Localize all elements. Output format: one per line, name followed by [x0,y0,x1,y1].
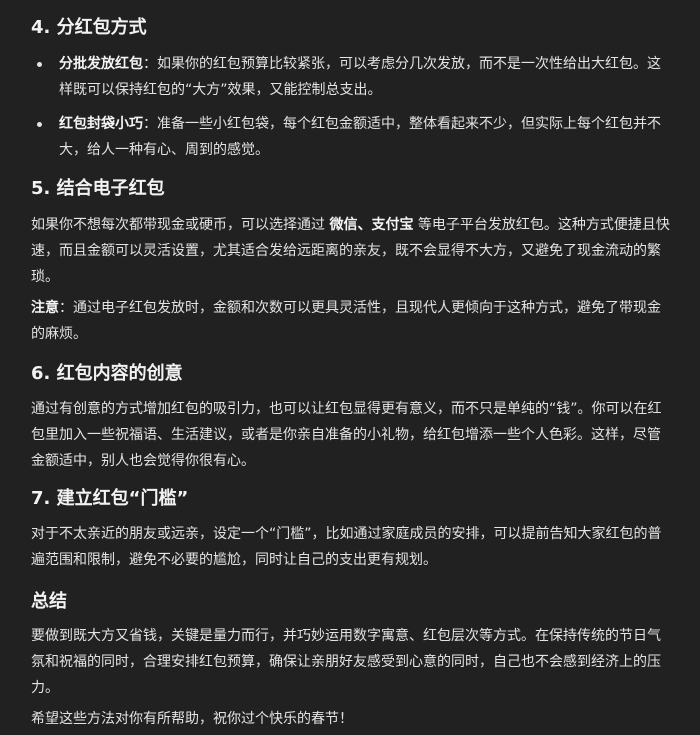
closing-paragraph: 希望这些方法对你有所帮助，祝你过个快乐的春节！ [31,711,353,727]
list-item: 分批发放红包：如果你的红包预算比较紧张，可以考虑分几次发放，而不是一次性给出大红… [31,51,670,103]
note-text: ：通过电子红包发放时，金额和次数可以更具灵活性，且现代人更倾向于这种方式，避免了… [31,300,661,342]
summary-paragraph: 要做到既大方又省钱，关键是量力而行，并巧妙运用数字寓意、红包层次等方式。在保持传… [31,628,661,696]
text-run: 如果你不想每次都带现金或硬币，可以选择通过 [31,217,330,233]
section-6-heading: 6. 红包内容的创意 [31,363,183,384]
section-5-paragraph: 如果你不想每次都带现金或硬币，可以选择通过 微信、支付宝 等电子平台发放红包。这… [31,212,670,290]
list-item-text: ：准备一些小红包袋，每个红包金额适中，整体看起来不少，但实际上每个红包并不大，给… [59,116,661,158]
bold-wechat: 微信 [329,217,358,233]
section-6-paragraph: 通过有创意的方式增加红包的吸引力，也可以让红包显得更有意义，而不只是单纯的“钱”… [31,401,662,469]
note-label: 注意 [31,300,59,316]
list-item-label: 红包封袋小巧 [59,116,143,132]
list-item-text: ：如果你的红包预算比较紧张，可以考虑分几次发放，而不是一次性给出大红包。这样既可… [59,56,661,98]
response-content: 4. 分红包方式 分批发放红包：如果你的红包预算比较紧张，可以考虑分几次发放，而… [0,0,700,735]
section-4-list: 分批发放红包：如果你的红包预算比较紧张，可以考虑分几次发放，而不是一次性给出大红… [31,51,670,163]
bold-separator: 、 [357,217,372,233]
summary-heading: 总结 [31,591,67,612]
section-4-heading: 4. 分红包方式 [31,17,147,38]
list-item-label: 分批发放红包 [59,56,143,72]
bold-alipay: 支付宝 [371,217,414,233]
list-item: 红包封袋小巧：准备一些小红包袋，每个红包金额适中，整体看起来不少，但实际上每个红… [31,111,670,163]
section-5-note: 注意：通过电子红包发放时，金额和次数可以更具灵活性，且现代人更倾向于这种方式，避… [31,295,670,347]
section-7-paragraph: 对于不太亲近的朋友或远亲，设定一个“门槛”，比如通过家庭成员的安排，可以提前告知… [31,526,662,568]
section-5-heading: 5. 结合电子红包 [31,178,165,199]
section-7-heading: 7. 建立红包“门槛” [31,488,189,509]
